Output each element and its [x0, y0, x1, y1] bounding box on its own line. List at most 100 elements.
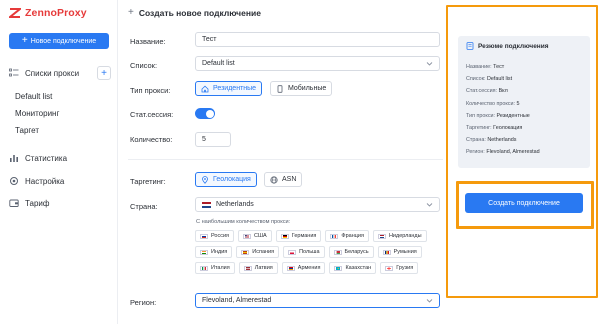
country-chip-germany[interactable]: Германия [275, 230, 322, 242]
popular-countries: Россия США Германия Франция Нидерланды И… [195, 230, 445, 274]
logo[interactable]: ZennoProxy [9, 7, 87, 19]
country-select[interactable]: Netherlands [195, 197, 440, 212]
country-chip-france[interactable]: Франция [325, 230, 369, 242]
region-label: Регион: [130, 298, 157, 307]
country-chip-label: Польша [299, 249, 320, 255]
georgia-flag-icon [385, 265, 394, 271]
country-chip-italy[interactable]: Италия [195, 262, 235, 274]
add-list-button[interactable]: + [97, 66, 111, 80]
region-select[interactable]: Flevoland, Almerestad [195, 293, 440, 308]
plus-icon: + [128, 7, 134, 18]
armenia-flag-icon [286, 265, 295, 271]
country-chip-india[interactable]: Индия [195, 246, 233, 258]
country-chip-poland[interactable]: Польша [283, 246, 325, 258]
list-label: Список: [130, 61, 158, 70]
country-chip-netherlands[interactable]: Нидерланды [372, 230, 427, 242]
country-chip-latvia[interactable]: Латвия [238, 262, 278, 274]
count-input[interactable]: 5 [195, 132, 231, 147]
targeting-asn[interactable]: ASN [264, 172, 303, 187]
sidebar-item-label: Статистика [25, 153, 68, 163]
india-flag-icon [200, 249, 208, 255]
chevron-down-icon [426, 62, 433, 66]
country-chip-russia[interactable]: Россия [195, 230, 235, 242]
proxy-type-mobile[interactable]: Мобильные [270, 81, 333, 96]
sidebar: ZennoProxy + Новое подключение Списки пр… [0, 0, 118, 324]
summary-value: Геолокация [493, 124, 523, 131]
summary-title: Резюме подключения [478, 42, 549, 50]
italy-flag-icon [200, 265, 208, 271]
summary-key: Список: [466, 76, 486, 83]
sidebar-item-target[interactable]: Таргет [15, 122, 111, 139]
connection-form: + Создать новое подключение Название: Те… [118, 0, 448, 324]
country-chip-kazakhstan[interactable]: Казахстан [329, 262, 377, 274]
proxy-lists-label: Списки прокси [25, 68, 80, 78]
chevron-down-icon [426, 203, 433, 207]
summary-value: Тест [493, 64, 505, 70]
country-chip-label: Армения [297, 265, 321, 271]
country-chip-label: США [254, 233, 267, 239]
summary-row: Таргетинг: Геолокация [466, 122, 586, 134]
summary-value: 5 [516, 100, 520, 107]
connection-summary: Резюме подключения Название: Тест Список… [458, 36, 590, 168]
countries-hint: С наибольшим количеством прокси: [196, 219, 291, 225]
sidebar-item-monitoring[interactable]: Мониторинг [15, 105, 111, 122]
chevron-down-icon [426, 299, 433, 303]
globe-icon [270, 175, 278, 184]
country-chip-armenia[interactable]: Армения [281, 262, 326, 274]
usa-flag-icon [243, 233, 252, 239]
sidebar-item-default-list[interactable]: Default list [15, 88, 111, 105]
proxy-lists-group: Списки прокси + Default list Мониторинг … [9, 66, 111, 139]
proxy-type-residential[interactable]: Резидентные [195, 81, 263, 96]
russia-flag-icon [200, 233, 208, 239]
create-connection-button[interactable]: Создать подключение [465, 193, 583, 213]
mobile-phone-icon [277, 84, 283, 93]
proxy-type-mobile-label: Мобильные [288, 85, 327, 92]
targeting-geolocation[interactable]: Геолокация [195, 172, 257, 187]
summary-row: Стат.сессия: Вкл [466, 85, 586, 97]
sidebar-item-tariff[interactable]: Тариф [9, 197, 49, 209]
proxy-type-label: Тип прокси: [130, 86, 171, 95]
summary-row: Регион: Flevoland, Almerestad [466, 146, 586, 158]
location-pin-icon [202, 175, 208, 184]
summary-key: Таргетинг: [466, 124, 492, 131]
country-chip-label: Индия [211, 249, 228, 255]
plus-icon: + [21, 35, 28, 46]
netherlands-flag-icon [377, 233, 386, 239]
country-chip-label: Нидерланды [388, 233, 422, 239]
summary-key: Регион: [466, 149, 485, 156]
summary-row: Тип прокси: Резидентные [466, 110, 586, 122]
targeting-geolocation-label: Геолокация [213, 176, 251, 183]
country-chip-label: Румыния [393, 249, 417, 255]
summary-header: Резюме подключения [466, 42, 549, 50]
latvia-flag-icon [243, 265, 252, 271]
name-input[interactable]: Тест [195, 32, 440, 47]
proxy-lists-header[interactable]: Списки прокси + [9, 66, 111, 80]
new-connection-button[interactable]: + Новое подключение [9, 33, 109, 49]
static-session-toggle[interactable] [195, 108, 215, 119]
count-label: Количество: [130, 135, 173, 144]
page-title: + Создать новое подключение [128, 7, 261, 18]
country-chip-romania[interactable]: Румыния [377, 246, 422, 258]
country-chip-usa[interactable]: США [238, 230, 272, 242]
country-chip-label: Франция [341, 233, 364, 239]
page-title-text: Создать новое подключение [138, 7, 261, 18]
summary-row: Количество прокси: 5 [466, 98, 586, 110]
country-value: Netherlands [216, 201, 254, 208]
document-icon [466, 42, 474, 50]
country-chip-belarus[interactable]: Беларусь [328, 246, 374, 258]
country-chip-label: Грузия [396, 265, 414, 271]
belarus-flag-icon [333, 249, 342, 255]
sidebar-item-settings[interactable]: Настройка [9, 175, 64, 187]
sidebar-item-statistics[interactable]: Статистика [9, 152, 67, 164]
country-label: Страна: [130, 202, 158, 211]
country-chip-label: Испания [252, 249, 275, 255]
list-select[interactable]: Default list [195, 56, 440, 71]
country-chip-georgia[interactable]: Грузия [380, 262, 419, 274]
summary-value: Резидентные [496, 112, 530, 119]
gear-icon [10, 177, 18, 185]
summary-key: Стат.сессия: [466, 88, 498, 95]
new-connection-label: Новое подключение [30, 37, 97, 45]
summary-key: Страна: [466, 137, 486, 144]
proxy-type-residential-label: Резидентные [213, 85, 257, 92]
country-chip-spain[interactable]: Испания [236, 246, 280, 258]
